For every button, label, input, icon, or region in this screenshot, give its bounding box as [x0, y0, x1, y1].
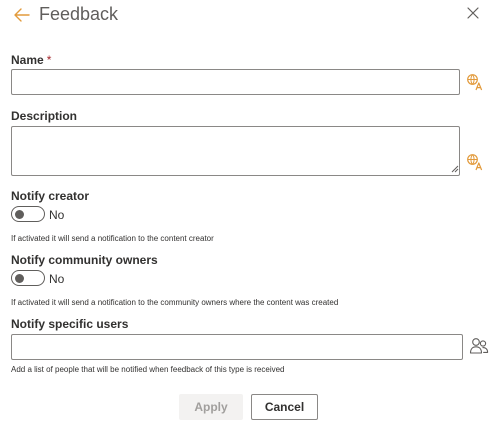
- name-input[interactable]: [11, 69, 460, 95]
- notify-creator-state: No: [49, 208, 65, 222]
- required-mark: *: [46, 53, 52, 67]
- cancel-button[interactable]: Cancel: [251, 394, 318, 420]
- toggle-knob: [15, 274, 24, 283]
- panel-title: Feedback: [39, 4, 119, 24]
- notify-owners-toggle[interactable]: [11, 270, 45, 286]
- description-label: Description: [11, 109, 78, 123]
- translate-icon[interactable]: [466, 153, 484, 171]
- notify-owners-hint: If activated it will send a notification…: [11, 298, 339, 307]
- back-arrow-icon[interactable]: [12, 5, 32, 25]
- close-icon[interactable]: [466, 6, 480, 20]
- notify-creator-toggle[interactable]: [11, 206, 45, 222]
- apply-button[interactable]: Apply: [179, 394, 243, 420]
- notify-owners-label: Notify community owners: [11, 253, 158, 267]
- name-label-text: Name: [11, 53, 44, 67]
- description-textarea[interactable]: [11, 126, 460, 176]
- notify-owners-state: No: [49, 272, 65, 286]
- notify-users-hint: Add a list of people that will be notifi…: [11, 365, 285, 374]
- toggle-knob: [15, 210, 24, 219]
- people-picker-icon[interactable]: [469, 336, 489, 356]
- people-picker-input[interactable]: [11, 334, 463, 360]
- translate-icon[interactable]: [466, 73, 484, 91]
- notify-users-label: Notify specific users: [11, 317, 129, 331]
- notify-creator-hint: If activated it will send a notification…: [11, 234, 214, 243]
- name-label: Name *: [11, 52, 51, 68]
- notify-creator-label: Notify creator: [11, 189, 90, 203]
- resize-grip-icon[interactable]: [451, 165, 459, 173]
